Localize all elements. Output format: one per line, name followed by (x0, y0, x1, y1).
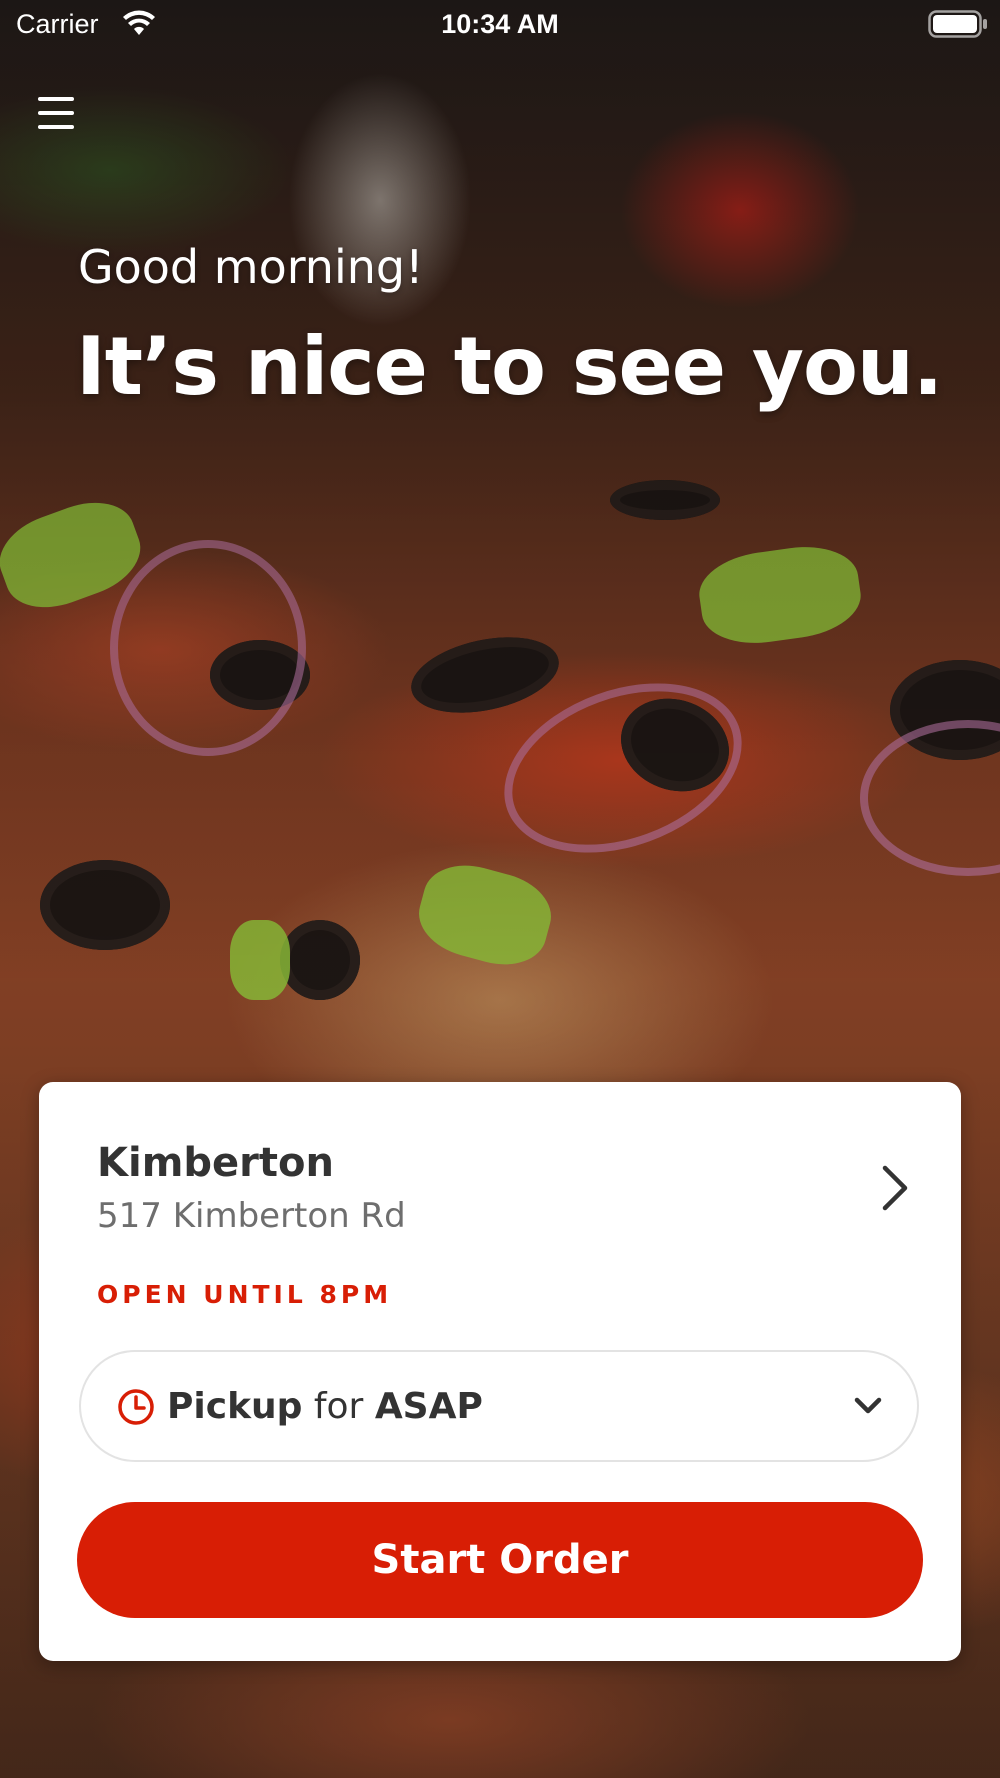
home-screen: Carrier 10:34 AM Good morning! It’s nice… (0, 0, 1000, 1778)
battery-icon (928, 10, 987, 38)
order-mode-selector[interactable]: Pickup for ASAP (79, 1350, 919, 1462)
chevron-right-icon[interactable] (875, 1162, 915, 1214)
store-address: 517 Kimberton Rd (97, 1196, 406, 1236)
start-order-button[interactable]: Start Order (77, 1502, 923, 1618)
order-mode-value: Pickup (167, 1386, 303, 1427)
hamburger-menu-icon[interactable] (36, 95, 76, 131)
greeting-text: Good morning! (78, 240, 424, 294)
clock-time: 10:34 AM (441, 9, 559, 39)
headline-text: It’s nice to see you. (76, 320, 943, 413)
order-mode-connector: for (313, 1386, 364, 1427)
order-time-value: ASAP (374, 1386, 483, 1427)
store-hours-status: OPEN UNTIL 8PM (97, 1280, 393, 1309)
status-bar: Carrier 10:34 AM (0, 0, 1000, 50)
store-card: Kimberton 517 Kimberton Rd OPEN UNTIL 8P… (39, 1082, 961, 1661)
chevron-down-icon (854, 1397, 882, 1414)
store-name: Kimberton (97, 1140, 334, 1186)
order-mode-label: Pickup for ASAP (167, 1386, 483, 1427)
clock-icon (118, 1389, 154, 1425)
